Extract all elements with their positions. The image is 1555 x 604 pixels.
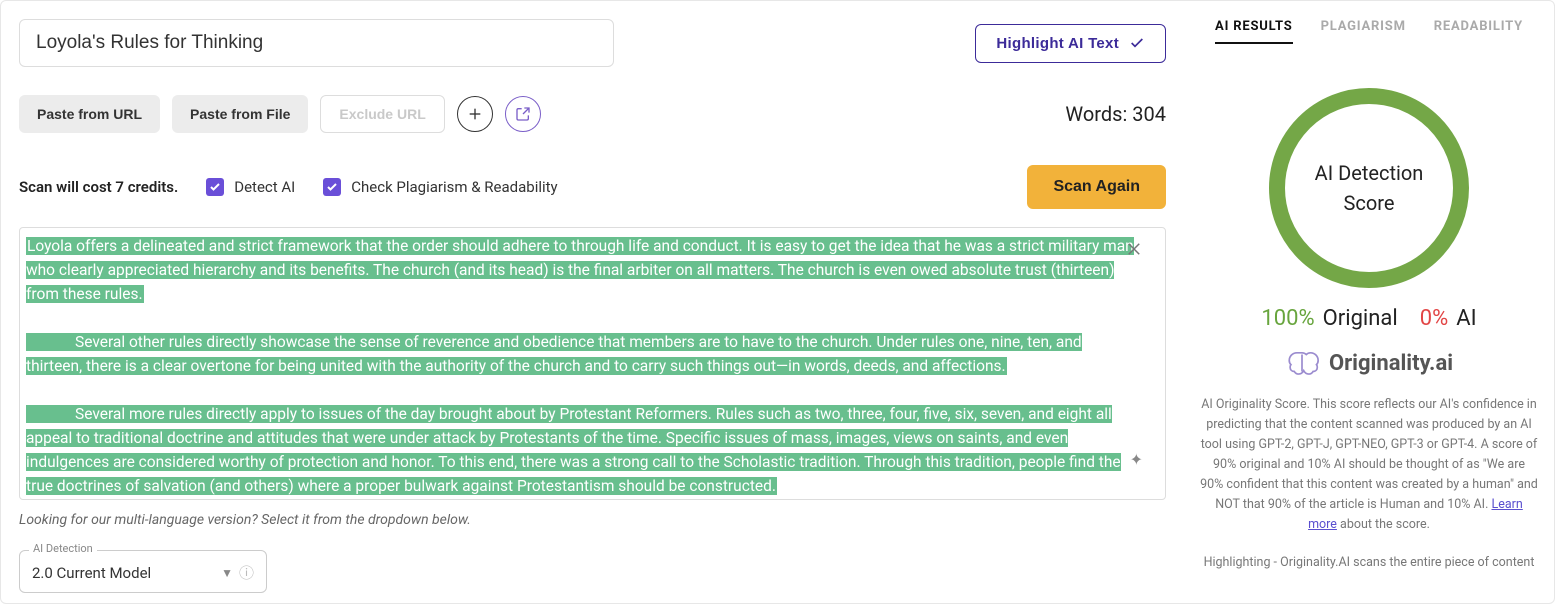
chevron-down-icon: ▼: [221, 566, 233, 580]
original-label: Original: [1323, 306, 1398, 331]
results-panel: AI RESULTS PLAGIARISM READABILITY AI Det…: [1184, 1, 1554, 603]
title-input[interactable]: [19, 19, 614, 67]
share-button[interactable]: [505, 96, 541, 132]
options-row: Scan will cost 7 credits. Detect AI Chec…: [19, 165, 1166, 209]
language-hint: Looking for our multi-language version? …: [19, 512, 1166, 528]
model-select-wrap: AI Detection 2.0 Current Model ▼ ⓘ: [19, 550, 267, 593]
exclude-url-button[interactable]: Exclude URL: [320, 95, 444, 133]
detect-ai-label: Detect AI: [234, 178, 295, 196]
share-icon: [515, 106, 531, 122]
brain-icon: [1285, 349, 1319, 377]
check-plagiarism-checkbox[interactable]: Check Plagiarism & Readability: [323, 178, 557, 196]
paragraph-3: Several more rules directly apply to iss…: [26, 405, 1121, 495]
highlight-ai-label: Highlight AI Text: [996, 35, 1119, 52]
close-icon: [1125, 240, 1143, 258]
tab-plagiarism[interactable]: PLAGIARISM: [1321, 19, 1406, 44]
ai-pct: 0%: [1420, 306, 1448, 331]
score-circle: AI Detection Score: [1269, 88, 1469, 288]
model-value: 2.0 Current Model: [32, 564, 151, 582]
score-line: 100% Original 0% AI: [1261, 306, 1476, 331]
options-left: Scan will cost 7 credits. Detect AI Chec…: [19, 178, 558, 196]
paragraph-1: Loyola offers a delineated and strict fr…: [26, 237, 1134, 303]
editor-panel: Highlight AI Text Paste from URL Paste f…: [1, 1, 1184, 603]
original-pct: 100%: [1261, 306, 1314, 331]
paragraph-2: Several other rules directly showcase th…: [26, 333, 1082, 375]
ai-label: AI: [1456, 306, 1476, 331]
score-label-2: Score: [1315, 188, 1424, 218]
tab-readability[interactable]: READABILITY: [1434, 19, 1523, 44]
check-icon: [1129, 35, 1145, 51]
score-description: AI Originality Score. This score reflect…: [1194, 395, 1544, 535]
highlight-description: Highlighting - Originality.AI scans the …: [1204, 553, 1535, 573]
expand-icon: ✦: [1130, 450, 1143, 469]
scan-again-button[interactable]: Scan Again: [1027, 165, 1166, 209]
checkbox-icon: [206, 178, 224, 196]
paste-file-button[interactable]: Paste from File: [172, 95, 308, 133]
toolbar-row: Paste from URL Paste from File Exclude U…: [19, 95, 1166, 133]
add-button[interactable]: [457, 96, 493, 132]
checkbox-icon: [323, 178, 341, 196]
credit-cost: Scan will cost 7 credits.: [19, 178, 178, 196]
highlight-ai-button[interactable]: Highlight AI Text: [975, 24, 1166, 63]
model-legend: AI Detection: [29, 542, 97, 555]
model-select[interactable]: 2.0 Current Model ▼ ⓘ: [19, 550, 267, 593]
brand: Originality.ai: [1285, 349, 1453, 377]
title-row: Highlight AI Text: [19, 19, 1166, 67]
brand-name: Originality.ai: [1329, 351, 1453, 376]
score-label-1: AI Detection: [1315, 158, 1424, 188]
plus-icon: [467, 106, 483, 122]
content-text[interactable]: Loyola offers a delineated and strict fr…: [20, 228, 1165, 500]
check-plagiarism-label: Check Plagiarism & Readability: [351, 178, 557, 196]
app-container: Highlight AI Text Paste from URL Paste f…: [0, 0, 1555, 604]
detect-ai-checkbox[interactable]: Detect AI: [206, 178, 295, 196]
clear-content-button[interactable]: [1125, 238, 1143, 264]
info-icon[interactable]: ⓘ: [239, 562, 254, 583]
paste-url-button[interactable]: Paste from URL: [19, 95, 160, 133]
tab-ai-results[interactable]: AI RESULTS: [1215, 19, 1293, 44]
toolbar-left: Paste from URL Paste from File Exclude U…: [19, 95, 541, 133]
word-count: Words: 304: [1065, 102, 1166, 126]
content-area: ✦ Loyola offers a delineated and strict …: [19, 227, 1166, 500]
result-tabs: AI RESULTS PLAGIARISM READABILITY: [1194, 19, 1544, 54]
